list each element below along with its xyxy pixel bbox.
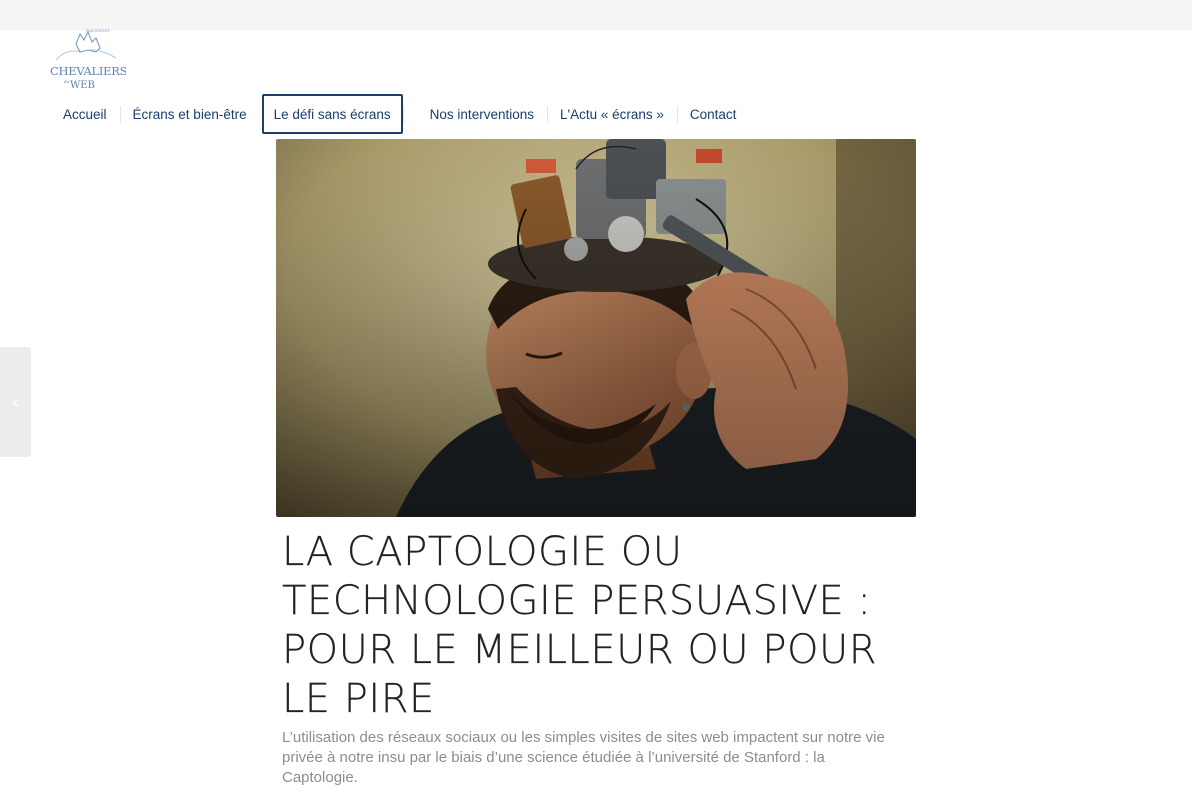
main-navigation: Accueil Écrans et bien-être Le défi sans… — [50, 94, 749, 134]
slider-prev-button[interactable]: ‹ — [0, 347, 31, 457]
svg-text:CHEVALIERS: CHEVALIERS — [50, 64, 126, 78]
article-featured-image[interactable] — [276, 139, 916, 517]
svg-text:PLUS D'ÉCRITS: PLUS D'ÉCRITS — [86, 28, 110, 33]
top-bar — [0, 0, 1192, 30]
nav-item-accueil[interactable]: Accueil — [50, 94, 120, 134]
svg-text:WEB: WEB — [70, 80, 95, 91]
svg-text:du: du — [64, 79, 70, 84]
chevron-left-icon: ‹ — [11, 391, 20, 413]
nav-item-actu-ecrans[interactable]: L'Actu « écrans » — [546, 94, 677, 134]
article-excerpt: L’utilisation des réseaux sociaux ou les… — [282, 729, 885, 786]
nav-item-nos-interventions[interactable]: Nos interventions — [402, 94, 547, 134]
nav-item-contact[interactable]: Contact — [676, 94, 750, 134]
article-title[interactable]: La Captologie ou technologie persuasive … — [282, 528, 922, 724]
site-logo[interactable]: PLUS D'ÉCRITS CHEVALIERS WEB du — [46, 26, 126, 94]
nav-item-defi-sans-ecrans[interactable]: Le défi sans écrans — [261, 94, 403, 134]
logo-image: PLUS D'ÉCRITS CHEVALIERS WEB du — [50, 28, 126, 91]
hero-photo — [276, 139, 916, 517]
nav-item-ecrans-bien-etre[interactable]: Écrans et bien-être — [119, 94, 260, 134]
